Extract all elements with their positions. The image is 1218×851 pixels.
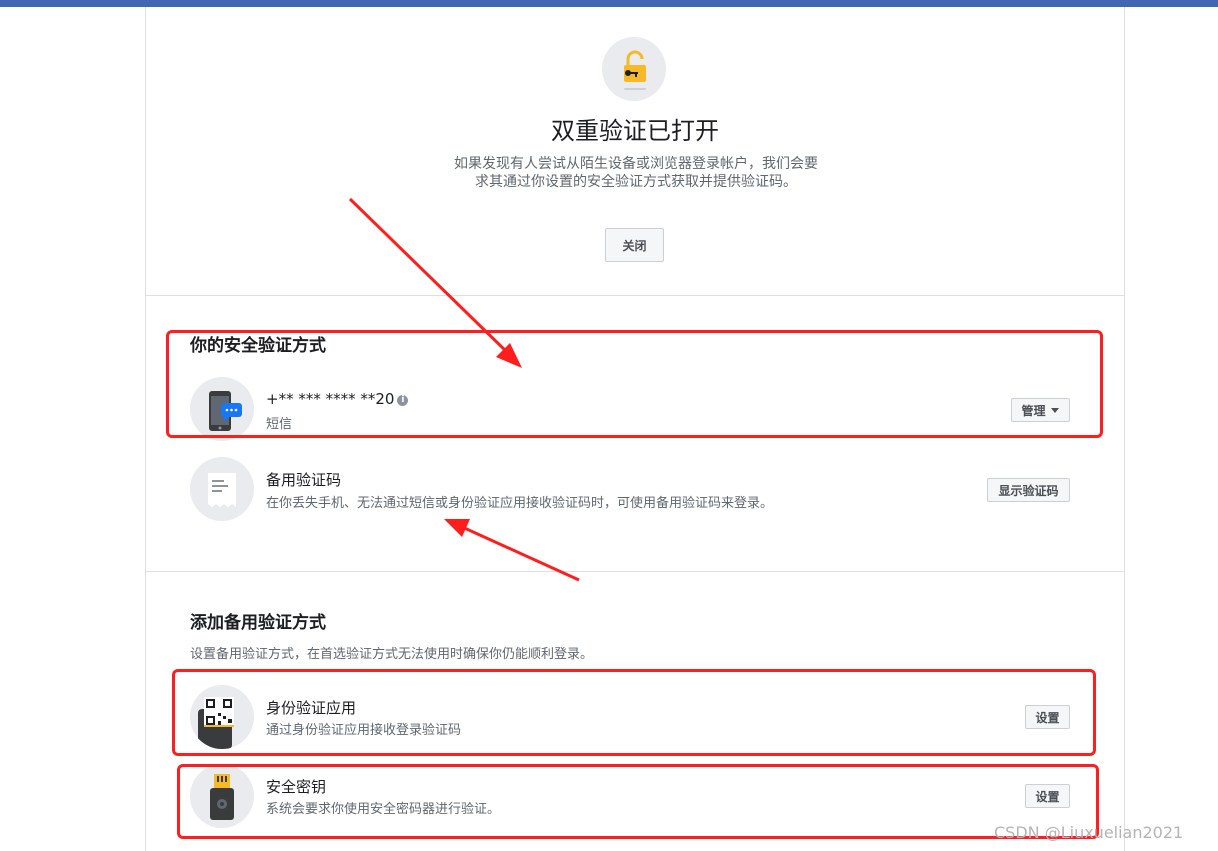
close-button[interactable]: 关闭 — [605, 228, 664, 262]
divider — [146, 295, 1124, 296]
setup-auth-app-button[interactable]: 设置 — [1025, 705, 1070, 729]
auth-app-description: 通过身份验证应用接收登录验证码 — [266, 723, 462, 738]
show-codes-button[interactable]: 显示验证码 — [987, 478, 1070, 502]
recovery-codes-title: 备用验证码 — [266, 471, 342, 489]
two-factor-panel: 双重验证已打开 如果发现有人尝试从陌生设备或浏览器登录帐户，我们会要求其通过你设… — [145, 7, 1125, 851]
qr-code-icon — [190, 685, 254, 749]
methods-section-title: 你的安全验证方式 — [190, 336, 326, 356]
sms-number: +** *** **** **20 i — [266, 390, 409, 408]
backup-section-description: 设置备用验证方式，在首选验证方式无法使用时确保你仍能顺利登录。 — [190, 647, 594, 662]
divider — [146, 571, 1124, 572]
top-bar — [0, 0, 1218, 7]
sms-number-text: +** *** **** **20 — [266, 390, 395, 408]
recovery-codes-description: 在你丢失手机、无法通过短信或身份验证应用接收验证码时，可使用备用验证码来登录。 — [266, 496, 774, 511]
lock-open-key-icon — [602, 37, 666, 101]
usb-key-icon — [190, 764, 254, 828]
page-description: 如果发现有人尝试从陌生设备或浏览器登录帐户，我们会要求其通过你设置的安全验证方式… — [454, 156, 818, 190]
sms-type: 短信 — [266, 417, 293, 432]
chevron-down-icon — [1050, 408, 1059, 413]
watermark: CSDN @Liuxuelian2021 — [994, 823, 1184, 842]
info-icon[interactable]: i — [397, 395, 409, 406]
manage-button[interactable]: 管理 — [1011, 398, 1070, 422]
security-key-title: 安全密钥 — [266, 778, 327, 796]
setup-security-key-button[interactable]: 设置 — [1025, 784, 1070, 808]
backup-section-title: 添加备用验证方式 — [190, 613, 326, 633]
recovery-codes-icon — [190, 457, 254, 521]
page-title: 双重验证已打开 — [551, 117, 719, 145]
auth-app-title: 身份验证应用 — [266, 699, 357, 717]
phone-message-icon — [190, 377, 254, 441]
manage-label: 管理 — [1021, 403, 1046, 418]
security-key-description: 系统会要求你使用安全密码器进行验证。 — [266, 802, 501, 817]
